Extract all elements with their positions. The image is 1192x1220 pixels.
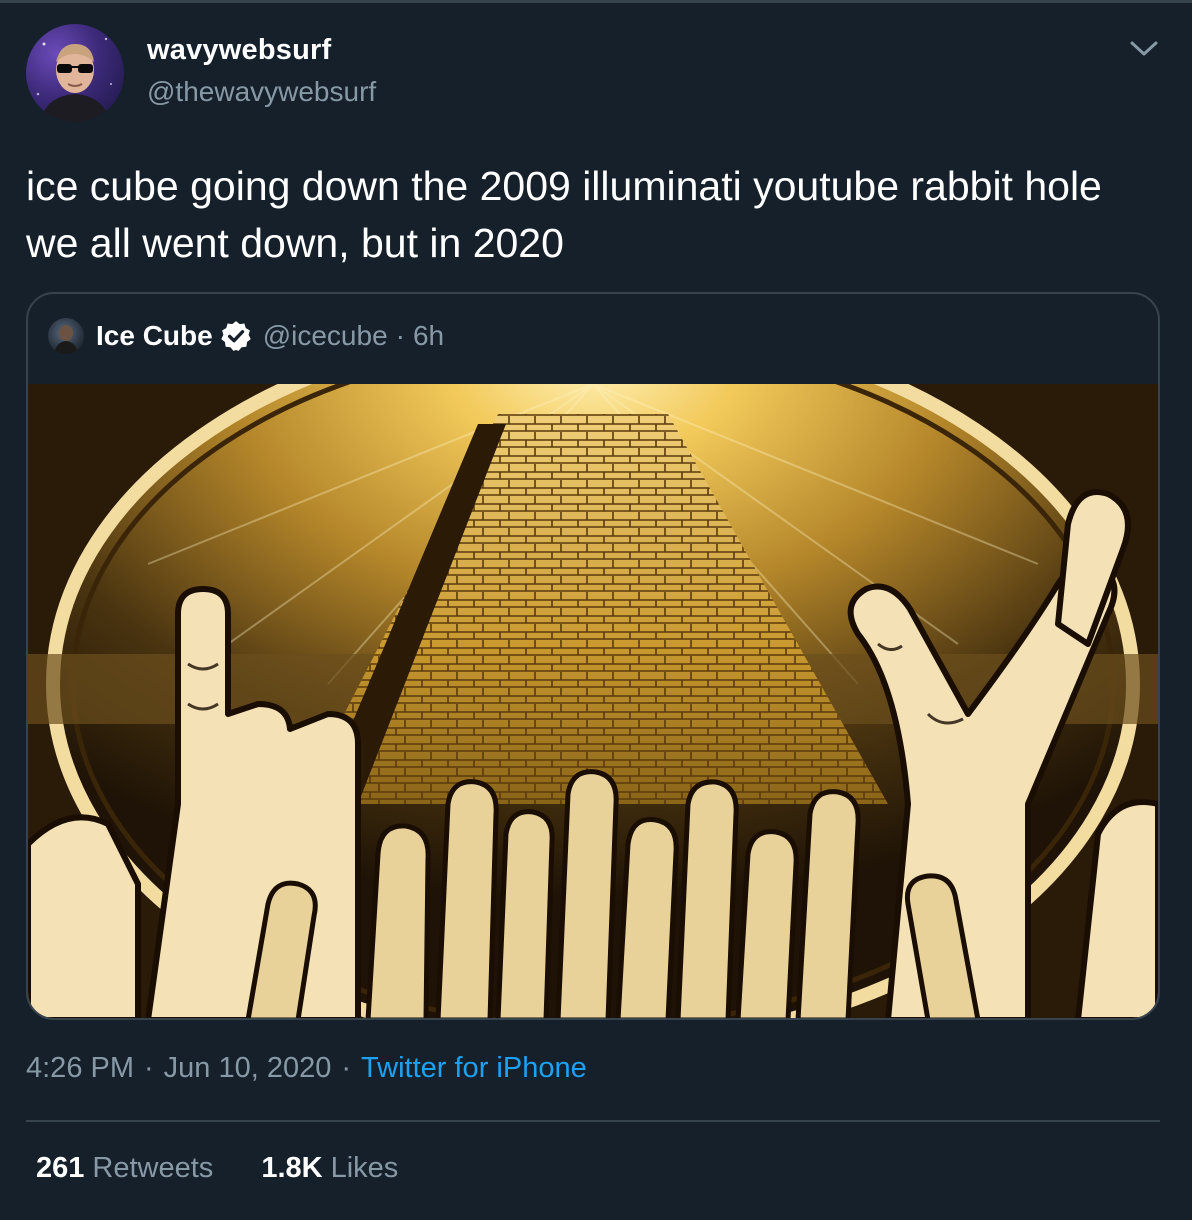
likes-label: Likes [330, 1152, 399, 1184]
quoted-tweet-card[interactable]: Ice Cube @icecube · 6h [26, 292, 1160, 1020]
illuminati-pyramid-hands-image[interactable] [28, 384, 1158, 1020]
verified-badge-icon [220, 321, 251, 351]
quoted-author-handle: @icecube [262, 320, 388, 351]
retweets-stat[interactable]: 261 Retweets [36, 1152, 213, 1184]
author-handle[interactable]: @thewavywebsurf [147, 76, 376, 108]
chevron-down-icon [1130, 41, 1158, 56]
tweet-source-link[interactable]: Twitter for iPhone [361, 1052, 587, 1084]
author-avatar[interactable] [26, 24, 124, 122]
tweet-time[interactable]: 4:26 PM [26, 1052, 134, 1084]
top-divider [0, 0, 1192, 3]
stats-divider [26, 1120, 1160, 1122]
tweet-stats: 261 Retweets 1.8K Likes [36, 1152, 438, 1185]
quoted-author-avatar [48, 318, 84, 354]
quoted-timestamp: 6h [412, 320, 445, 351]
quoted-author-name: Ice Cube [96, 320, 213, 351]
tweet-date[interactable]: Jun 10, 2020 [164, 1052, 332, 1084]
quoted-separator: · [395, 320, 405, 351]
tweet-meta: 4:26 PM · Jun 10, 2020 · Twitter for iPhone [26, 1052, 587, 1085]
retweets-label: Retweets [92, 1152, 214, 1184]
tweet-text: ice cube going down the 2009 illuminati … [26, 163, 1102, 266]
tweet-menu-button[interactable] [1128, 36, 1160, 60]
sunglasses-person-avatar-icon [36, 37, 112, 122]
meta-separator: · [144, 1052, 154, 1084]
likes-count: 1.8K [261, 1152, 323, 1184]
quoted-tweet-header: Ice Cube @icecube · 6h [48, 312, 444, 360]
meta-separator: · [341, 1052, 352, 1084]
author-display-name[interactable]: wavywebsurf [147, 34, 331, 67]
likes-stat[interactable]: 1.8K Likes [261, 1152, 398, 1184]
retweets-count: 261 [36, 1152, 85, 1184]
